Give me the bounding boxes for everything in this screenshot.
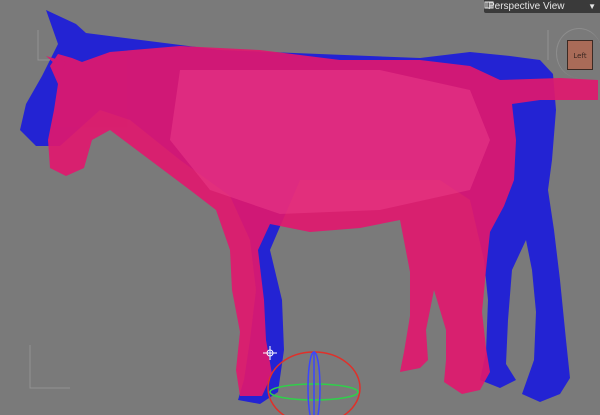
transform-gizmo[interactable]	[267, 351, 361, 415]
view-selector-label: Perspective View	[488, 1, 565, 12]
3d-viewport[interactable]: Perspective View ▼ Left	[0, 0, 600, 415]
nav-cube-face-left[interactable]: Left	[567, 40, 593, 70]
chevron-down-icon: ▼	[588, 2, 596, 11]
view-selector-dropdown[interactable]: Perspective View ▼	[484, 0, 600, 13]
navigation-cube[interactable]: Left	[556, 28, 600, 78]
scene-canvas[interactable]	[0, 0, 600, 415]
camera-icon	[484, 1, 494, 9]
pink-horse-highlight	[170, 70, 490, 214]
